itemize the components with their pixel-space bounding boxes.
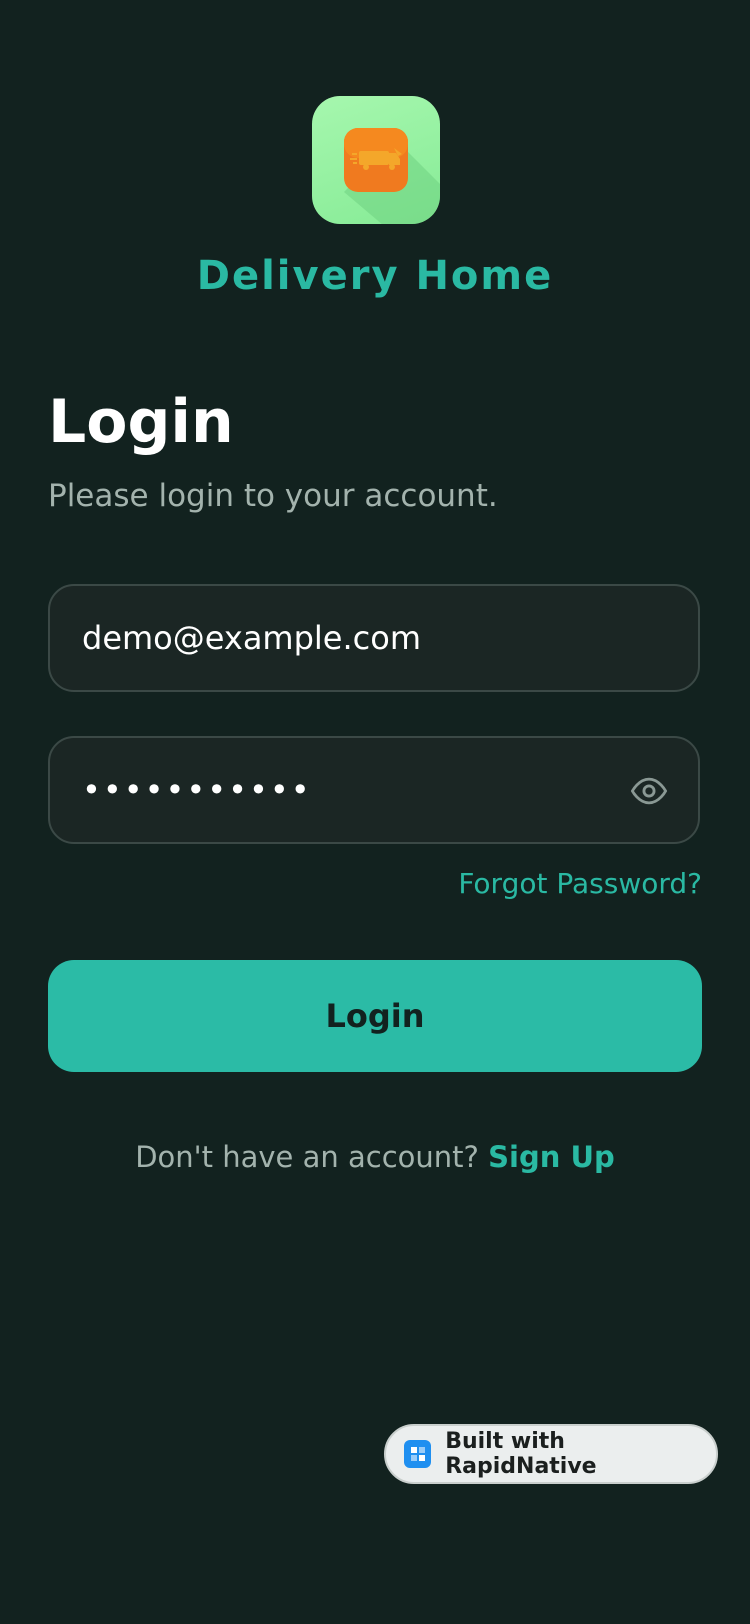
app-logo	[312, 96, 440, 224]
badge-label: Built with RapidNative	[445, 1429, 597, 1479]
email-input[interactable]	[82, 586, 602, 690]
email-field-container	[48, 584, 700, 692]
signup-row: Don't have an account? Sign Up	[0, 1138, 750, 1176]
built-with-badge[interactable]: Built with RapidNative	[384, 1424, 718, 1484]
page-subtitle: Please login to your account.	[48, 478, 498, 514]
app-name: Delivery Home	[196, 253, 554, 299]
eye-icon[interactable]	[630, 772, 668, 810]
rapidnative-logo-icon	[404, 1440, 432, 1468]
page-title: Login	[48, 387, 234, 457]
signup-link[interactable]: Sign Up	[488, 1140, 615, 1174]
delivery-truck-icon	[344, 128, 440, 224]
password-field-container	[48, 736, 700, 844]
forgot-password-link[interactable]: Forgot Password?	[458, 866, 702, 902]
signup-prompt: Don't have an account?	[135, 1140, 479, 1174]
password-input[interactable]	[82, 738, 602, 842]
login-button[interactable]: Login	[48, 960, 702, 1072]
